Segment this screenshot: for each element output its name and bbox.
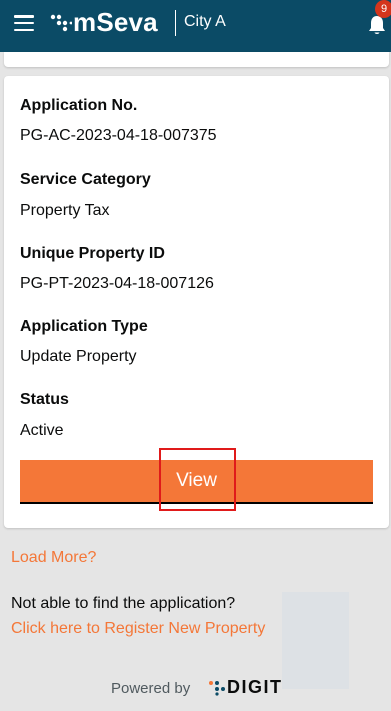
application-type-value: Update Property	[20, 348, 137, 365]
unique-property-id-value: PG-PT-2023-04-18-007126	[20, 275, 214, 292]
placeholder-box	[282, 592, 349, 689]
notification-badge: 9	[375, 0, 391, 18]
unique-property-id-label: Unique Property ID	[20, 245, 165, 262]
load-more-link[interactable]: Load More?	[11, 549, 96, 567]
service-category-label: Service Category	[20, 171, 151, 188]
brand-name: mSeva	[73, 7, 158, 37]
application-type-label: Application Type	[20, 318, 148, 335]
service-category-value: Property Tax	[20, 202, 110, 219]
register-new-property-link[interactable]: Click here to Register New Property	[11, 620, 265, 638]
city-name[interactable]: City A	[184, 13, 226, 31]
application-no-value: PG-AC-2023-04-18-007375	[20, 127, 217, 144]
status-value: Active	[20, 422, 64, 439]
application-no-label: Application No.	[20, 97, 138, 114]
digit-logo-icon	[209, 681, 225, 696]
digit-wordmark: DIGIT	[227, 677, 283, 697]
mseva-logo-icon	[50, 14, 72, 32]
view-button-highlight	[159, 448, 236, 511]
powered-by-text: Powered by	[111, 680, 191, 697]
hamburger-menu-icon[interactable]	[14, 15, 34, 31]
not-able-text: Not able to find the application?	[11, 595, 236, 612]
previous-card	[4, 52, 389, 67]
app-header: mSeva City A 9	[0, 0, 391, 52]
status-label: Status	[20, 391, 69, 408]
header-divider	[175, 10, 176, 36]
